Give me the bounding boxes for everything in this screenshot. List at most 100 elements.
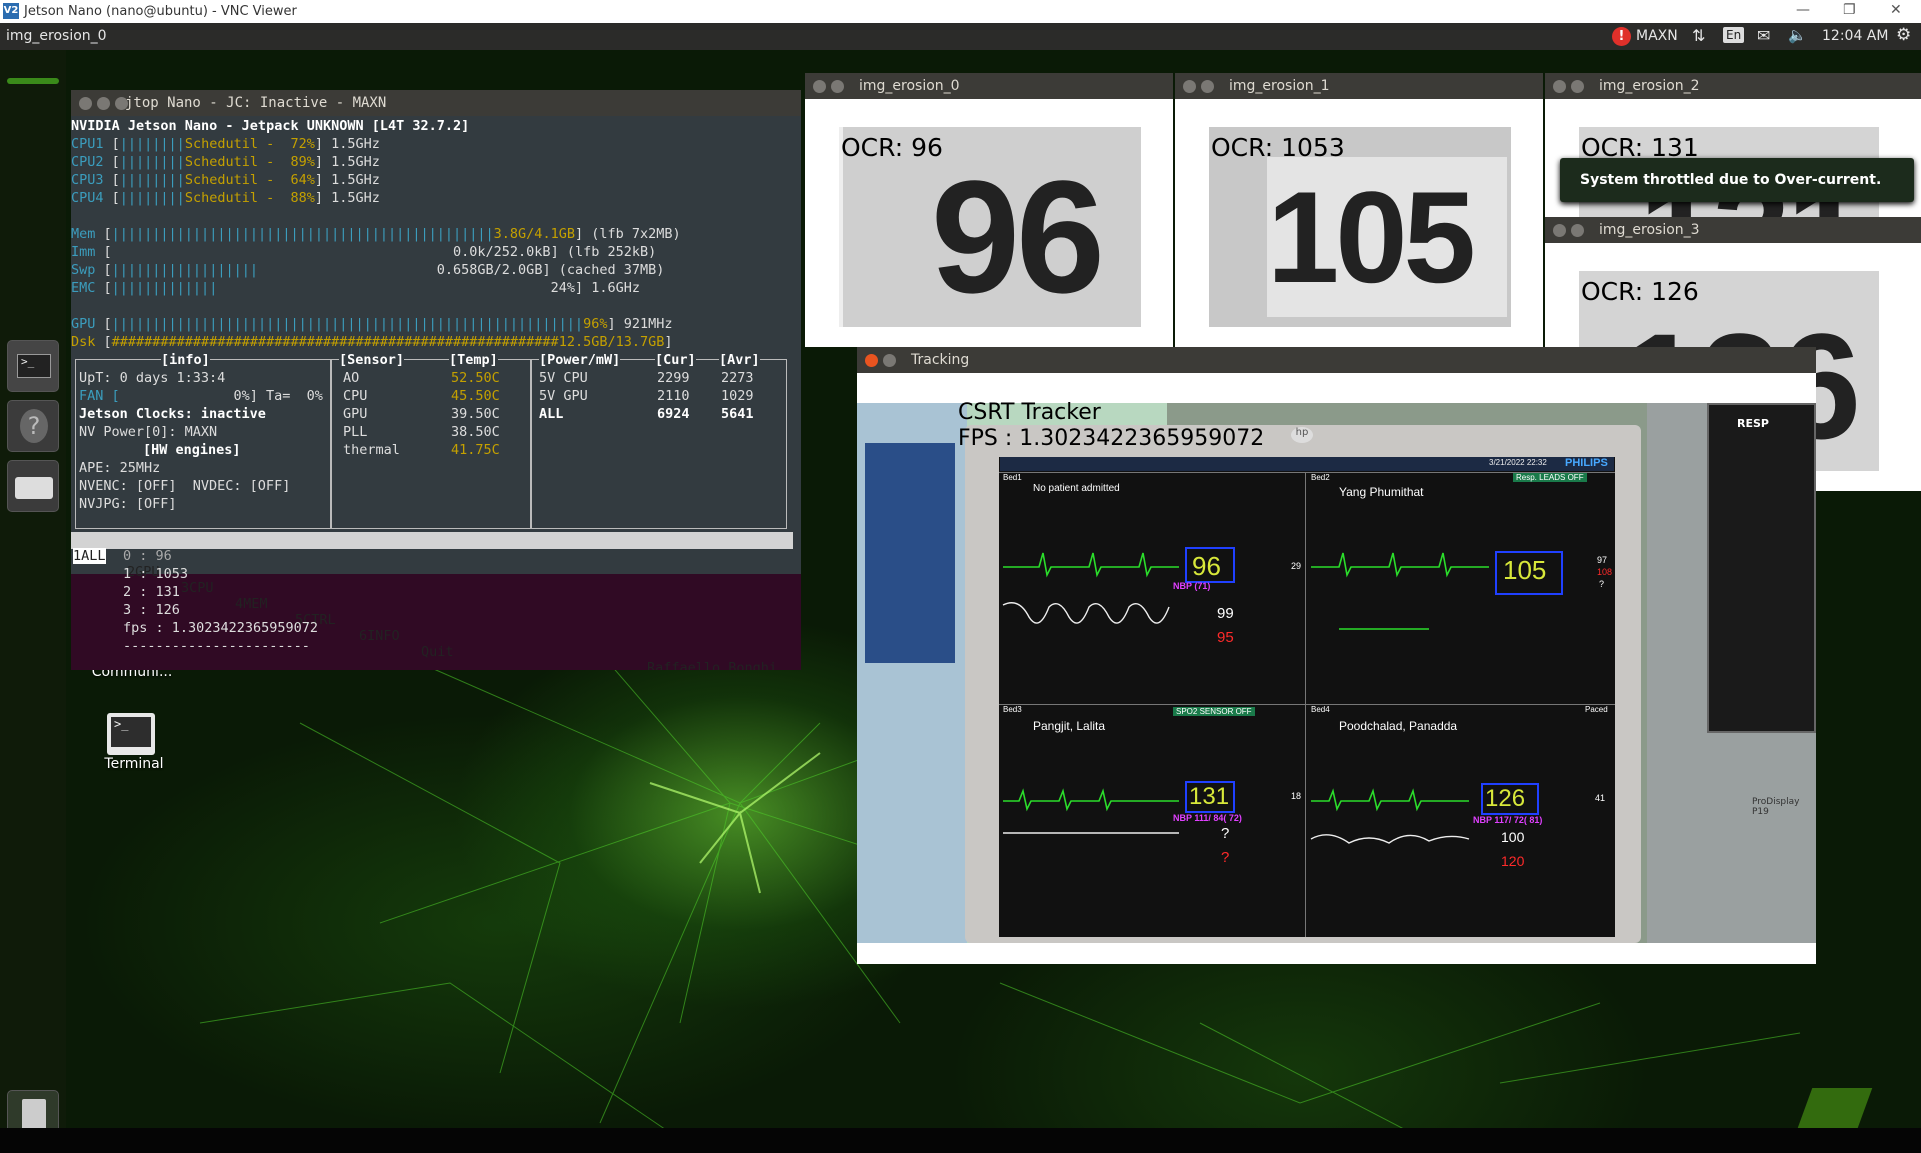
cpu-label: CPU4 [71, 190, 104, 206]
maximize-button[interactable]: ❐ [1843, 2, 1856, 18]
cpu-label: CPU3 [71, 172, 104, 188]
window-minimize-button[interactable] [1201, 80, 1214, 93]
uptime: UpT: 0 days 1:33:4 [79, 370, 226, 386]
drive-launcher-icon[interactable] [7, 460, 59, 512]
ocr-window-0[interactable]: img_erosion_0 96 OCR: 96 [805, 73, 1173, 347]
menu-quit[interactable]: Quit [421, 644, 454, 660]
terminal-titlebar: jtop Nano - JC: Inactive - MAXN [71, 90, 801, 116]
power-cur: 6924 [657, 406, 690, 422]
gpu-value: 96% [583, 316, 608, 332]
emc-value: 24% [550, 280, 575, 296]
jetson-clocks: Jetson Clocks: inactive [79, 406, 266, 422]
output-line: 0 : 96 [123, 548, 172, 564]
cpu-label: CPU1 [71, 136, 104, 152]
jtop-menu-bar: 1ALL 2GPU 3CPU 4MEM 5CTRL 6INFO Quit Raf… [71, 532, 793, 670]
terminal-title: jtop Nano - JC: Inactive - MAXN [125, 95, 387, 111]
throttle-notification[interactable]: System throttled due to Over-current. [1560, 158, 1914, 202]
terminal-launcher-icon[interactable]: >_ [7, 340, 59, 392]
window-minimize-button[interactable] [831, 80, 844, 93]
cpu-governor: Schedutil [184, 190, 258, 206]
tracking-window[interactable]: Tracking RESP ProDisplay P19 hp 3/21/202… [857, 347, 1816, 964]
window-minimize-button[interactable] [883, 354, 896, 367]
ocr-result: OCR: 126 [1581, 277, 1699, 306]
tracker-name: CSRT Tracker [958, 400, 1101, 425]
cpu-row: CPU2 [||||||||Schedutil - 89%] 1.5GHz [71, 154, 380, 170]
ocr-window-1[interactable]: img_erosion_1 105 OCR: 1053 [1175, 73, 1543, 347]
emc-row: EMC [||||||||||||| 24%] 1.6GHz [71, 280, 641, 296]
power-cur-header: [Cur] [655, 352, 696, 368]
sensor-name: thermal [343, 442, 400, 458]
ocr-window-titlebar: img_erosion_1 [1175, 73, 1543, 99]
cpu-governor: Schedutil [184, 136, 258, 152]
window-minimize-button[interactable] [97, 97, 110, 110]
power-mode-indicator[interactable]: MAXN [1636, 28, 1678, 44]
volume-icon[interactable]: 🔈 [1788, 26, 1807, 44]
output-line: fps : 1.3023422365959072 [123, 620, 319, 636]
window-close-button[interactable] [865, 354, 878, 367]
fan-row: FAN [ 0%] Ta= 0% [79, 388, 323, 404]
vnc-title: Jetson Nano (nano@ubuntu) - VNC Viewer [24, 4, 297, 19]
window-minimize-button[interactable] [1571, 224, 1584, 237]
keyboard-layout-indicator[interactable]: En [1723, 27, 1745, 43]
vnc-bottom-edge [0, 1128, 1921, 1153]
gear-icon[interactable]: ⚙ [1896, 25, 1911, 45]
sensor-temp: 41.75C [451, 442, 500, 458]
ocr-result: OCR: 96 [841, 133, 943, 162]
menu-tab-cpu[interactable]: 3CPU [181, 580, 214, 596]
output-line: ----------------------- [123, 638, 310, 654]
sensor-name: AO [343, 370, 360, 386]
menu-tab-mem[interactable]: 4MEM [235, 596, 268, 612]
ocr-crop-digits: 96 [931, 147, 1105, 326]
tracking-video-frame: RESP ProDisplay P19 hp 3/21/2022 22:32 P… [857, 403, 1816, 943]
clock[interactable]: 12:04 AM [1822, 28, 1888, 44]
sensor-temp: 52.50C [451, 370, 500, 386]
swp-value: 0.658GB/2.0GB [436, 262, 543, 278]
network-icon[interactable]: ⇅ [1692, 26, 1705, 45]
jtop-author: Raffaello Bonghi [647, 660, 778, 670]
alert-icon[interactable]: ! [1612, 27, 1631, 46]
nvjpg: NVJPG: [OFF] [79, 496, 177, 512]
imm-row: Imm [ 0.0k/252.0kB] (lfb 252kB) [71, 244, 657, 260]
cpu-freq: 1.5GHz [331, 136, 380, 152]
window-minimize-button[interactable] [1571, 80, 1584, 93]
tracking-titlebar: Tracking [857, 347, 1816, 373]
cpu-row: CPU1 [||||||||Schedutil - 72%] 1.5GHz [71, 136, 380, 152]
cpu-percent: 89% [290, 154, 315, 170]
power-avr: 5641 [721, 406, 754, 422]
launcher-sidebar: >_ ? [0, 50, 66, 1142]
jtop-terminal-window[interactable]: jtop Nano - JC: Inactive - MAXN NVIDIA J… [71, 90, 801, 670]
window-close-button[interactable] [1553, 80, 1566, 93]
window-close-button[interactable] [1553, 224, 1566, 237]
mail-icon[interactable]: ✉ [1757, 26, 1770, 45]
menu-tab-all[interactable]: 1ALL [73, 548, 106, 564]
jtop-header: NVIDIA Jetson Nano - Jetpack UNKNOWN [L4… [71, 118, 470, 134]
swp-row: Swp [|||||||||||||||||| 0.658GB/2.0GB] (… [71, 262, 665, 278]
launcher-top-item[interactable] [7, 78, 59, 84]
mem-row: Mem [|||||||||||||||||||||||||||||||||||… [71, 226, 681, 242]
terminal-desktop-icon[interactable]: >_ [107, 713, 155, 755]
sensor-temp: 45.50C [451, 388, 500, 404]
vnc-titlebar: V2 Jetson Nano (nano@ubuntu) - VNC Viewe… [0, 0, 1921, 23]
monitor-screen: 3/21/2022 22:32 PHILIPS Bed1 No patient … [999, 457, 1615, 937]
vnc-app-icon: V2 [3, 3, 19, 19]
ubuntu-top-panel: img_erosion_0 ! MAXN ⇅ En ✉ 🔈 12:04 AM ⚙ [0, 23, 1921, 50]
power-cur: 2110 [657, 388, 690, 404]
output-line: 2 : 131 [123, 584, 180, 600]
ocr-window-titlebar: img_erosion_3 [1545, 217, 1921, 243]
window-maximize-button[interactable] [115, 97, 128, 110]
prodisplay-label: ProDisplay P19 [1752, 797, 1800, 817]
help-launcher-icon[interactable]: ? [7, 400, 59, 452]
window-close-button[interactable] [79, 97, 92, 110]
hp-logo: hp [1291, 427, 1313, 443]
minimize-button[interactable]: — [1796, 2, 1810, 18]
sensor-name: CPU [343, 388, 368, 404]
power-avr: 1029 [721, 388, 754, 404]
sensor-temp: 39.50C [451, 406, 500, 422]
ape: APE: 25MHz [79, 460, 161, 476]
menu-tab-info[interactable]: 6INFO [359, 628, 400, 644]
close-button[interactable]: ✕ [1890, 2, 1902, 18]
window-close-button[interactable] [813, 80, 826, 93]
window-close-button[interactable] [1183, 80, 1196, 93]
sensor-name: GPU [343, 406, 368, 422]
active-app-name: img_erosion_0 [6, 28, 107, 44]
